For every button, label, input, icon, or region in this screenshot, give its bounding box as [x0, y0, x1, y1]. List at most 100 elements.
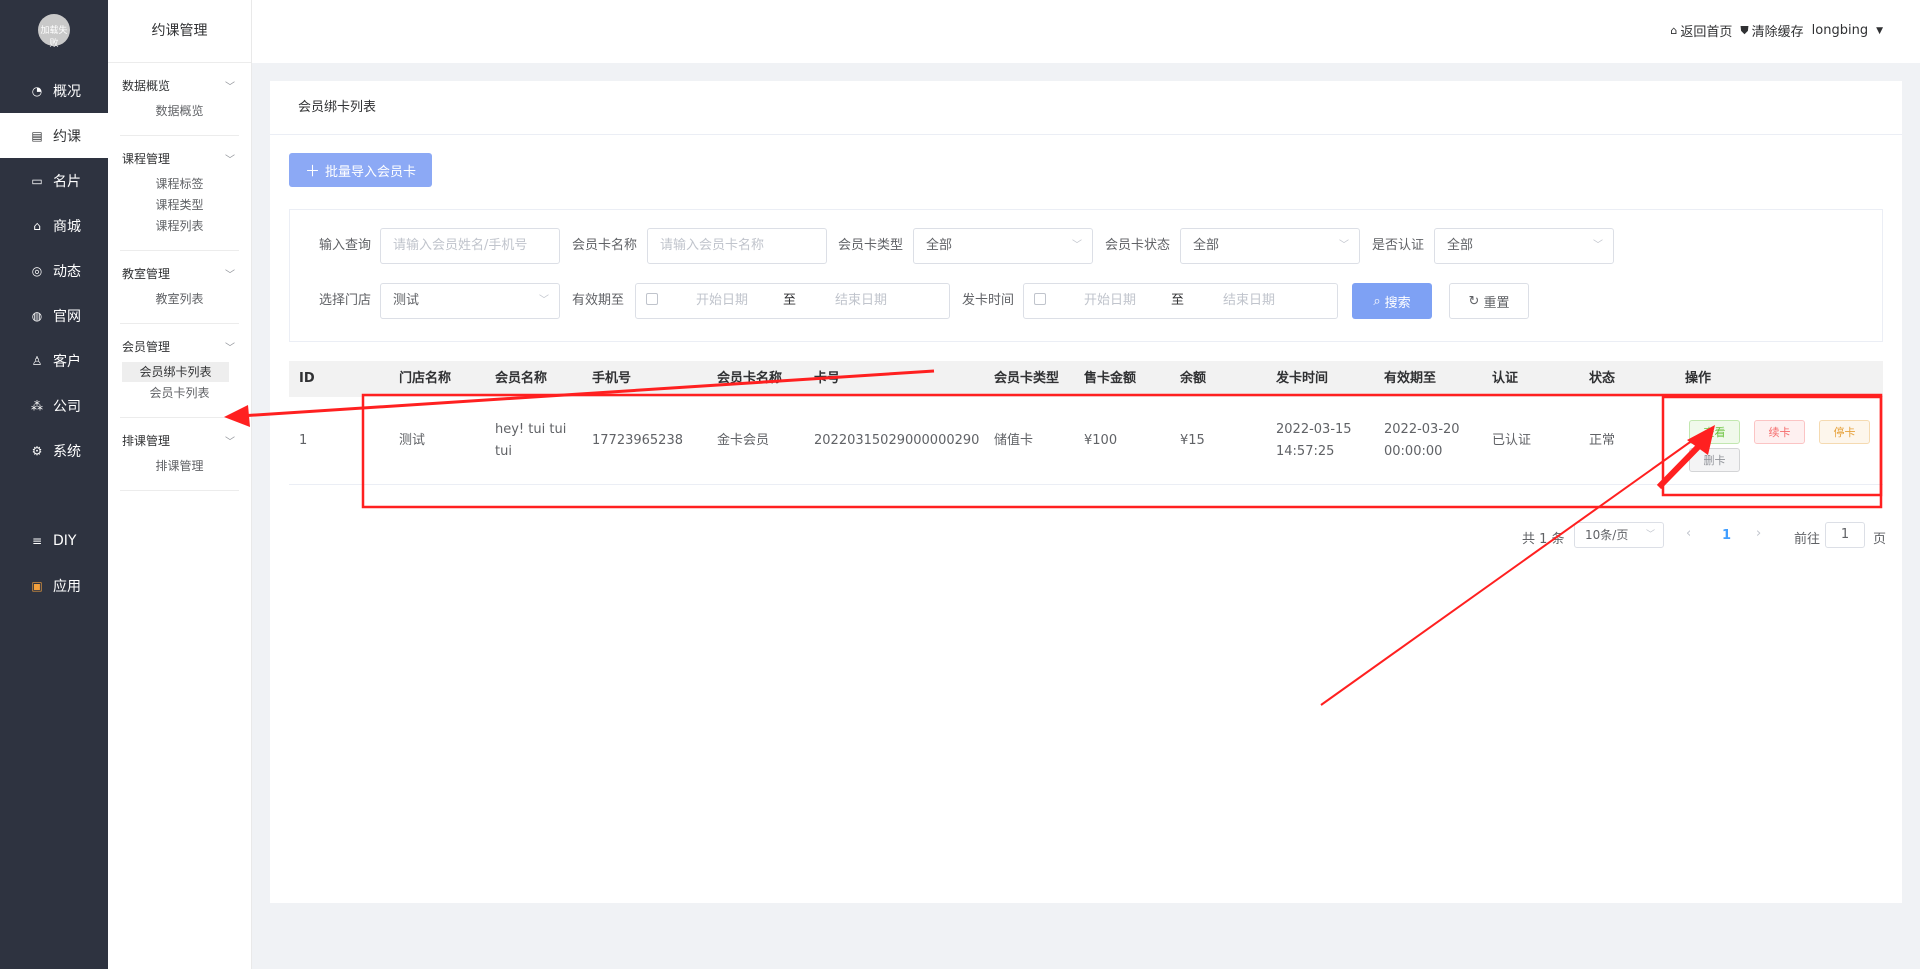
nav-item-diy[interactable]: ≡ DIY [0, 518, 108, 563]
chevron-down-icon: ﹀ [225, 269, 235, 281]
menu-item-course-list[interactable]: 课程列表 [120, 216, 239, 236]
menu-item-data-overview[interactable]: 数据概览 [120, 101, 239, 121]
stop-card-button[interactable]: 停卡 [1819, 420, 1870, 444]
card-icon: ▭ [31, 173, 43, 188]
col-valid-until: 有效期至 [1384, 371, 1437, 386]
valid-start-placeholder[interactable]: 开始日期 [696, 284, 748, 318]
nav-item-customer[interactable]: ♙ 客户 [0, 338, 108, 383]
nav-item-news[interactable]: ◎ 动态 [0, 248, 108, 293]
cell-valid-time: 00:00:00 [1384, 444, 1443, 459]
calendar-icon: ▤ [31, 128, 43, 143]
store-select[interactable]: 测试 ﹀ [380, 283, 560, 319]
apps-icon: ▣ [31, 578, 43, 593]
clear-cache-link[interactable]: 清除缓存 [1752, 21, 1804, 40]
card-type-value: 全部 [926, 238, 953, 253]
card-name-input[interactable]: 请输入会员卡名称 [647, 228, 827, 264]
menu-group-head[interactable]: 排课管理 ﹀ [120, 430, 239, 450]
logo-avatar: 加载失败 [38, 14, 70, 49]
nav-item-label: 约课 [53, 128, 81, 145]
caret-down-icon[interactable]: ▼ [1876, 26, 1883, 36]
nav-item-card[interactable]: ▭ 名片 [0, 158, 108, 203]
top-bar: ⌂ 返回首页 ⛊ 清除缓存 longbing ▼ [252, 0, 1920, 63]
valid-range-separator: 至 [783, 293, 797, 308]
nav-item-booking[interactable]: ▤ 约课 [0, 113, 108, 158]
brush-icon: ⛊ [1740, 23, 1749, 37]
card-status-select[interactable]: 全部 ﹀ [1180, 228, 1360, 264]
menu-group-member: 会员管理 ﹀ 会员绑卡列表 会员卡列表 [120, 324, 239, 418]
goto-page-input[interactable]: 1 [1825, 522, 1865, 548]
nav-item-company[interactable]: ⁂ 公司 [0, 383, 108, 428]
user-menu[interactable]: longbing [1812, 23, 1868, 38]
issue-time-range[interactable]: 开始日期 至 结束日期 [1023, 283, 1338, 319]
menu-group-title: 课程管理 [122, 151, 171, 166]
col-id: ID [299, 371, 315, 386]
sub-menu-title: 约课管理 [108, 0, 251, 63]
menu-item-member-card-binding[interactable]: 会员绑卡列表 [122, 362, 229, 382]
search-button[interactable]: ⌕ 搜索 [1352, 283, 1432, 319]
menu-group-head[interactable]: 数据概览 ﹀ [120, 75, 239, 95]
chevron-down-icon: ﹀ [225, 342, 235, 354]
verified-value: 全部 [1447, 238, 1474, 253]
renew-button[interactable]: 续卡 [1754, 420, 1805, 444]
nav-item-label: 官网 [53, 308, 81, 325]
reset-button[interactable]: ↻ 重置 [1449, 283, 1529, 319]
issue-end-placeholder[interactable]: 结束日期 [1223, 284, 1275, 318]
search-icon: ⌕ [1373, 293, 1381, 309]
card-type-label: 会员卡类型 [838, 238, 904, 253]
nav-item-system[interactable]: ⚙ 系统 [0, 428, 108, 473]
menu-item-course-type[interactable]: 课程类型 [120, 195, 239, 215]
valid-end-placeholder[interactable]: 结束日期 [835, 284, 887, 318]
verified-select[interactable]: 全部 ﹀ [1434, 228, 1614, 264]
page-size-select[interactable]: 10条/页 ﹀ [1574, 522, 1664, 548]
menu-group-title: 排课管理 [122, 433, 171, 448]
nav-item-website[interactable]: ◍ 官网 [0, 293, 108, 338]
content-card: 会员绑卡列表 ＋ 批量导入会员卡 输入查询 请输入会员姓名/手机号 会员卡名称 … [270, 81, 1902, 903]
nav-item-apps[interactable]: ▣ 应用 [0, 563, 108, 608]
home-icon: ⌂ [1670, 24, 1678, 37]
menu-item-course-tag[interactable]: 课程标签 [120, 174, 239, 194]
menu-group-head[interactable]: 教室管理 ﹀ [120, 263, 239, 283]
menu-group-head[interactable]: 课程管理 ﹀ [120, 148, 239, 168]
col-balance: 余额 [1180, 371, 1207, 386]
cell-phone: 17723965238 [592, 433, 683, 448]
cell-valid-date: 2022-03-20 [1384, 422, 1460, 437]
query-input[interactable]: 请输入会员姓名/手机号 [380, 228, 560, 264]
home-link[interactable]: 返回首页 [1680, 21, 1732, 40]
card-name-label: 会员卡名称 [572, 238, 638, 253]
view-button[interactable]: 查看 [1689, 420, 1740, 444]
store-value: 测试 [393, 293, 420, 308]
valid-until-range[interactable]: 开始日期 至 结束日期 [635, 283, 950, 319]
refresh-icon: ↻ [1468, 293, 1480, 309]
issue-start-placeholder[interactable]: 开始日期 [1084, 284, 1136, 318]
nav-item-overview[interactable]: ◔ 概况 [0, 68, 108, 113]
goto-label: 前往 [1794, 532, 1821, 547]
chevron-down-icon: ﹀ [225, 154, 235, 166]
col-store: 门店名称 [399, 371, 452, 386]
filter-panel: 输入查询 请输入会员姓名/手机号 会员卡名称 请输入会员卡名称 会员卡类型 全部… [289, 209, 1883, 342]
menu-item-schedule[interactable]: 排课管理 [120, 456, 239, 476]
chevron-down-icon: ﹀ [225, 436, 235, 448]
globe-icon: ◍ [31, 308, 43, 323]
nav-item-shop[interactable]: ⌂ 商城 [0, 203, 108, 248]
next-page-icon[interactable]: › [1756, 526, 1761, 541]
menu-group-title: 教室管理 [122, 266, 171, 281]
query-label: 输入查询 [319, 238, 372, 253]
current-page[interactable]: 1 [1722, 528, 1731, 543]
chevron-down-icon: ﹀ [539, 295, 549, 306]
col-member: 会员名称 [495, 371, 548, 386]
menu-item-member-card-list[interactable]: 会员卡列表 [120, 383, 239, 403]
col-actions: 操作 [1685, 371, 1712, 386]
prev-page-icon[interactable]: ‹ [1686, 526, 1691, 541]
col-card-no: 卡号 [814, 371, 841, 386]
menu-group-head[interactable]: 会员管理 ﹀ [120, 336, 239, 356]
batch-import-label: 批量导入会员卡 [325, 164, 417, 180]
col-issue-time: 发卡时间 [1276, 371, 1329, 386]
batch-import-button[interactable]: ＋ 批量导入会员卡 [289, 153, 432, 187]
card-type-select[interactable]: 全部 ﹀ [913, 228, 1093, 264]
gear-icon: ⚙ [31, 443, 43, 458]
delete-card-button[interactable]: 删卡 [1689, 448, 1740, 472]
nav-item-label: 公司 [53, 398, 81, 415]
pie-chart-icon: ◔ [31, 83, 43, 98]
menu-item-classroom-list[interactable]: 教室列表 [120, 289, 239, 309]
col-verified: 认证 [1492, 371, 1519, 386]
